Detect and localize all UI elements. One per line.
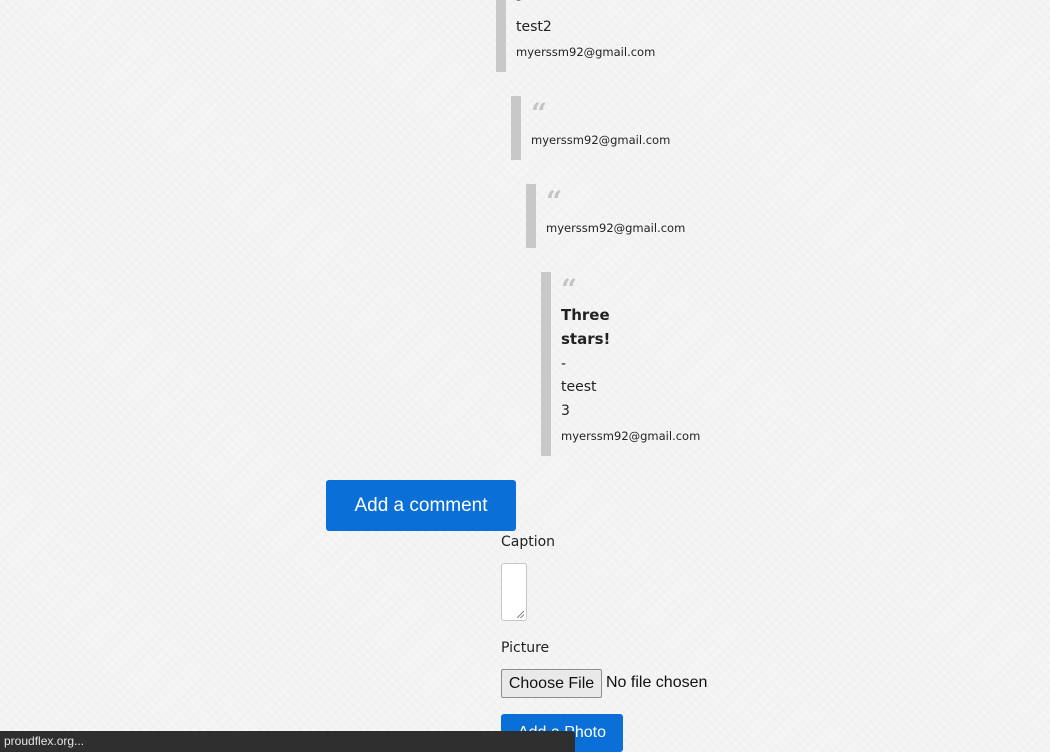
resize-grip-icon[interactable] [517,611,524,618]
link-status-bar: proudflex.org... [0,731,575,752]
comment-email: myerssm92@gmail.com [531,133,671,147]
comment-4: “ Three stars! - teest 3 myerssm92@gmail… [541,272,711,456]
comment-1: - test2 myerssm92@gmail.com [496,0,666,72]
choose-file-button[interactable]: Choose File [501,669,602,698]
comment-dash: - [516,0,522,8]
comment-2: “ myerssm92@gmail.com [511,96,681,160]
caption-label: Caption [501,534,556,550]
comment-email: myerssm92@gmail.com [561,429,701,443]
comment-email: myerssm92@gmail.com [546,221,686,235]
file-status: No file chosen [606,674,708,691]
comment-email: myerssm92@gmail.com [516,45,656,59]
picture-label: Picture [501,640,550,656]
quote-icon: “ [561,273,578,306]
comment-title: Three [561,306,610,324]
add-comment-button[interactable]: Add a comment [326,480,516,531]
caption-textarea[interactable] [501,563,527,621]
comment-rating: 3 [561,403,570,419]
comment-3: “ myerssm92@gmail.com [526,184,696,248]
comment-body: test2 [516,19,552,35]
comment-body: teest [561,379,597,395]
comment-dash: - [561,356,567,372]
quote-icon: “ [546,185,563,218]
comment-title: stars! [561,330,611,348]
quote-icon: “ [531,97,548,130]
